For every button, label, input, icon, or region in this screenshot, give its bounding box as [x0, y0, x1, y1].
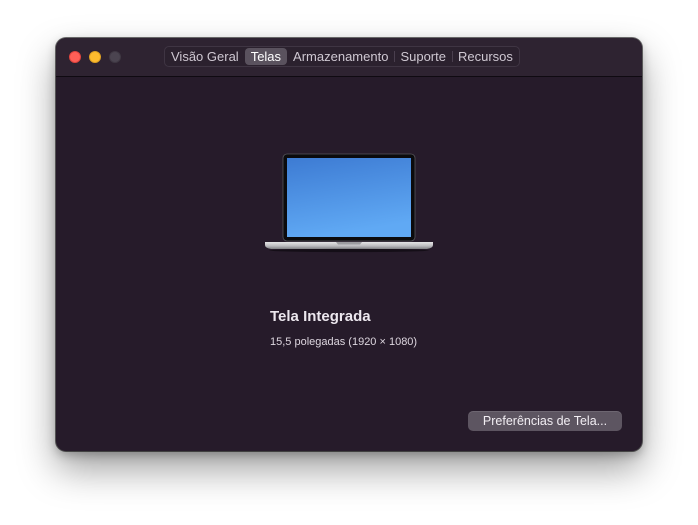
- zoom-button[interactable]: [109, 51, 121, 63]
- tab-suporte[interactable]: Suporte: [394, 47, 452, 66]
- display-name: Tela Integrada: [270, 308, 371, 325]
- tab-armazenamento[interactable]: Armazenamento: [287, 47, 394, 66]
- tab-recursos[interactable]: Recursos: [451, 47, 519, 66]
- laptop-icon: [265, 153, 433, 253]
- title-bar[interactable]: Visão Geral Telas Armazenamento Suporte …: [56, 38, 642, 77]
- close-button[interactable]: [69, 51, 81, 63]
- minimize-button[interactable]: [89, 51, 101, 63]
- display-preferences-button[interactable]: Preferências de Tela...: [468, 411, 622, 431]
- tab-telas[interactable]: Telas: [244, 48, 288, 65]
- tab-visao-geral[interactable]: Visão Geral: [165, 47, 245, 66]
- display-specs: 15,5 polegadas (1920 × 1080): [270, 336, 418, 348]
- about-this-mac-window: Visão Geral Telas Armazenamento Suporte …: [56, 38, 642, 451]
- tab-bar: Visão Geral Telas Armazenamento Suporte …: [164, 46, 520, 67]
